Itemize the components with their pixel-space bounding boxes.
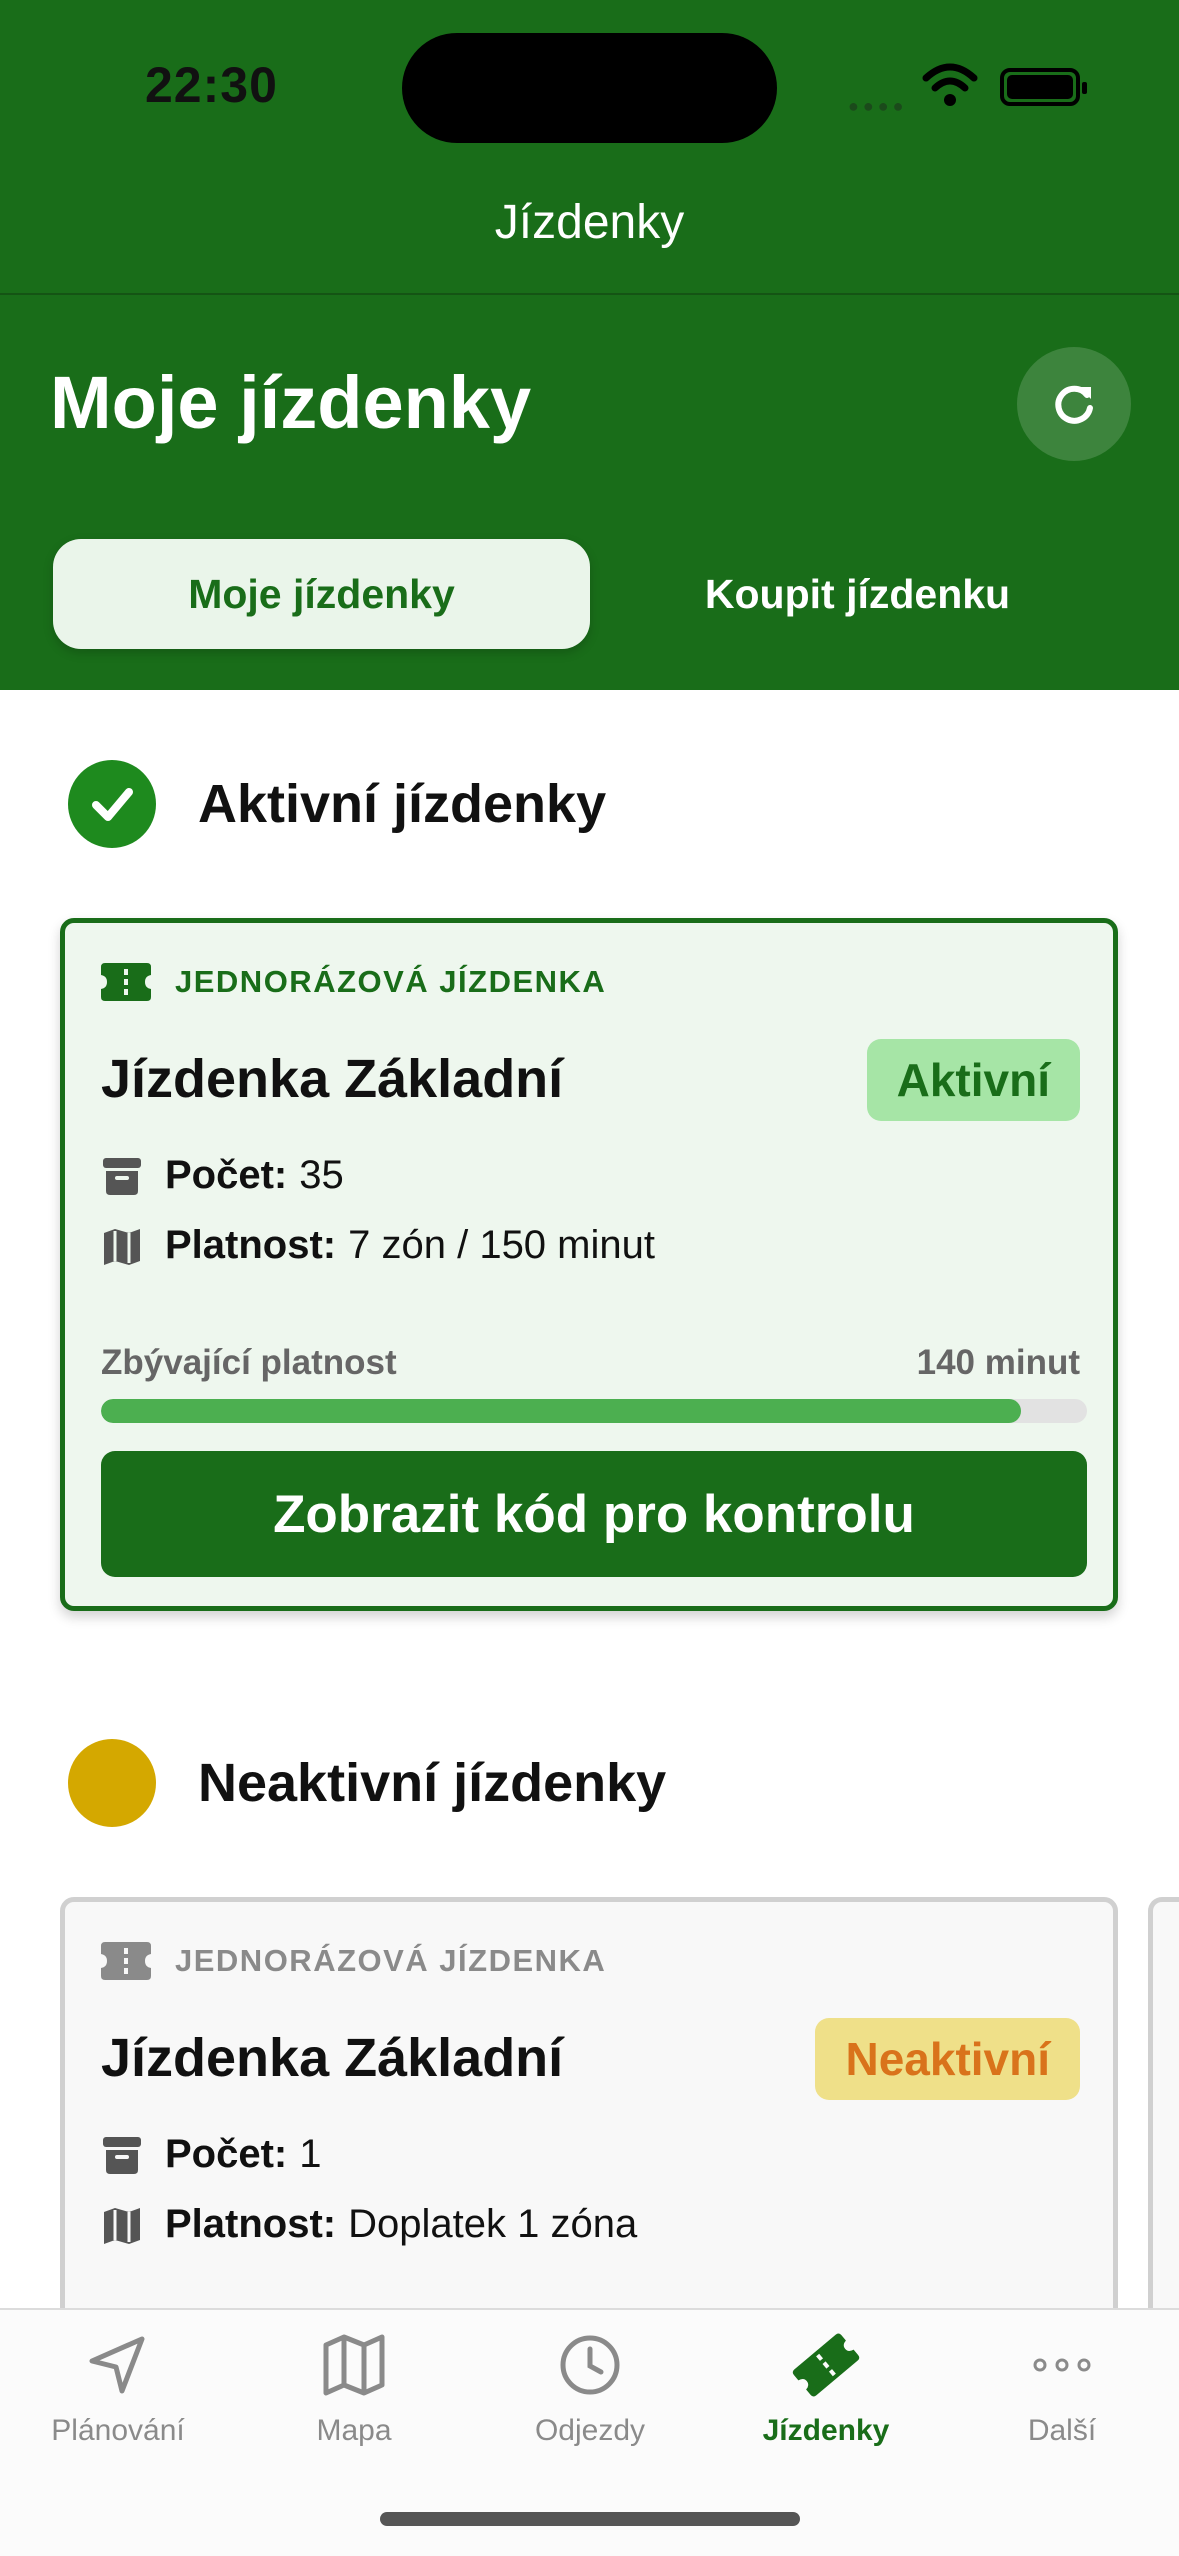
ticket-type-label: JEDNORÁZOVÁ JÍZDENKA (175, 1943, 607, 1978)
ticket-validity-row: Platnost: Doplatek 1 zóna (101, 2202, 637, 2247)
count-label: Počet: (165, 2132, 288, 2176)
ticket-count-row: Počet: 1 (101, 2132, 322, 2177)
tab-planning[interactable]: Plánování (0, 2330, 236, 2448)
validity-label: Platnost: (165, 1223, 337, 1267)
more-dots-icon (1033, 2358, 1091, 2372)
inactive-section-title: Neaktivní jízdenky (198, 1753, 667, 1813)
tab-label: Mapa (316, 2414, 392, 2447)
tab-label: Odjezdy (534, 2414, 646, 2447)
tab-label: Jízdenky (762, 2414, 890, 2447)
refresh-button[interactable] (1017, 347, 1131, 461)
show-control-code-button[interactable]: Zobrazit kód pro kontrolu (101, 1451, 1087, 1577)
count-value: 1 (299, 2132, 322, 2176)
remaining-validity-value: 140 minut (916, 1343, 1080, 1382)
page-title: Moje jízdenky (50, 361, 532, 444)
inactive-section-header: Neaktivní jízdenky (68, 1739, 666, 1827)
validity-progress-fill (101, 1399, 1021, 1423)
navigation-arrow-icon (89, 2336, 145, 2394)
tab-label: Plánování (51, 2414, 185, 2447)
ticket-validity-row: Platnost: 7 zón / 150 minut (101, 1223, 655, 1268)
pending-circle-icon (68, 1739, 156, 1827)
status-bar: 22:30 ●●●● (0, 0, 1179, 170)
ticket-type: JEDNORÁZOVÁ JÍZDENKA (101, 1942, 606, 1980)
tab-map[interactable]: Mapa (236, 2330, 472, 2448)
nav-title: Jízdenky (494, 196, 685, 249)
home-indicator (380, 2512, 800, 2526)
status-badge: Aktivní (866, 1039, 1080, 1121)
active-section-header: Aktivní jízdenky (68, 760, 606, 848)
segment-buy-ticket[interactable]: Koupit jízdenku (590, 539, 1125, 649)
tab-label: Další (1027, 2414, 1097, 2447)
count-value: 35 (299, 1153, 344, 1197)
nav-divider (0, 293, 1179, 295)
map-icon (104, 1228, 140, 1265)
map-icon (323, 2334, 385, 2396)
active-section-title: Aktivní jízdenky (198, 774, 607, 834)
ticket-type-label: JEDNORÁZOVÁ JÍZDENKA (175, 964, 607, 999)
active-ticket-card[interactable]: JEDNORÁZOVÁ JÍZDENKA Jízdenka Základní A… (60, 918, 1118, 1611)
status-badge: Neaktivní (815, 2018, 1080, 2100)
remaining-validity-label: Zbývající platnost (101, 1343, 397, 1382)
tab-departures[interactable]: Odjezdy (472, 2330, 708, 2448)
segment-my-tickets[interactable]: Moje jízdenky (53, 539, 590, 649)
check-circle-icon (68, 760, 156, 848)
tab-tickets[interactable]: Jízdenky (708, 2330, 944, 2448)
status-time: 22:30 (145, 57, 278, 113)
refresh-icon (1055, 385, 1093, 424)
dynamic-island (402, 33, 777, 143)
clock-icon (560, 2335, 620, 2395)
ticket-icon (101, 963, 151, 1001)
ticket-icon (101, 1942, 151, 1980)
wifi-icon (922, 63, 978, 106)
cellular-signal-icon: ●●●● (848, 96, 908, 116)
validity-value: 7 zón / 150 minut (348, 1223, 655, 1267)
map-icon (104, 2207, 140, 2244)
ticket-count-row: Počet: 35 (101, 1153, 344, 1198)
validity-label: Platnost: (165, 2202, 337, 2246)
ticket-name: Jízdenka Základní (101, 2028, 564, 2088)
ticket-name: Jízdenka Základní (101, 1049, 564, 1109)
battery-icon (1000, 68, 1087, 106)
ticket-type: JEDNORÁZOVÁ JÍZDENKA (101, 963, 606, 1001)
archive-box-icon (103, 2136, 141, 2174)
validity-value: Doplatek 1 zóna (348, 2202, 638, 2246)
ticket-icon (792, 2333, 860, 2397)
validity-progress-bar (101, 1399, 1087, 1423)
count-label: Počet: (165, 1153, 288, 1197)
archive-box-icon (103, 1157, 141, 1195)
tab-more[interactable]: Další (944, 2330, 1179, 2448)
